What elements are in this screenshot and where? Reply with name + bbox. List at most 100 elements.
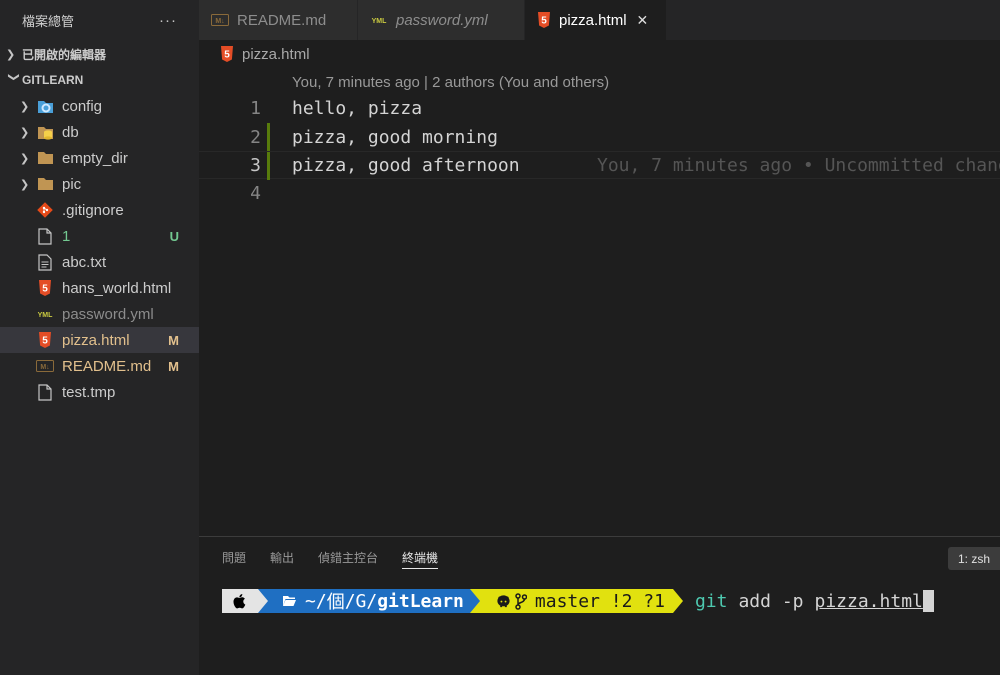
tree-item-1[interactable]: 1 U [0,223,199,249]
markdown-icon: M↓ [36,357,54,375]
line-text: hello, pizza [292,97,423,119]
tree-item-label: empty_dir [62,149,128,167]
command-file[interactable]: pizza.html [815,591,923,612]
tree-item-label: README.md [62,357,152,375]
html5-icon: 5 [220,46,234,62]
command-args: add -p [738,590,804,612]
code-line[interactable]: 1 hello, pizza [199,94,1000,122]
line-text: pizza, good morning [292,126,498,148]
git-blame-annotation: You, 7 minutes ago • Uncommitted changes [597,154,1000,176]
yaml-icon: YML [370,15,388,25]
tree-item-label: 1 [62,227,71,245]
apple-icon [222,589,258,613]
terminal-cursor [922,590,934,612]
tab-terminal[interactable]: 終端機 [402,537,439,577]
git-branch-icon [515,592,527,610]
git-added-gutter[interactable] [267,152,270,180]
workspace-section[interactable]: ❯ GITLEARN [0,67,199,93]
breadcrumb-file[interactable]: pizza.html [242,46,310,63]
tab-debug-console[interactable]: 偵錯主控台 [318,537,378,577]
tab-label: README.md [237,11,327,29]
code-line[interactable]: 4 [199,179,1000,207]
tree-item-test-tmp[interactable]: test.tmp [0,379,199,405]
explorer-sidebar: 檔案總管 ··· ❯ 已開啟的編輯器 ❯ GITLEARN ❯ config ❯… [0,0,199,675]
tab-label: pizza.html [559,11,627,29]
tab-readme-md[interactable]: M↓ README.md [199,0,358,40]
close-icon[interactable]: ✕ [637,12,649,29]
untracked-badge: U [169,228,179,244]
prompt-path: ~/個/G/gitLearn [268,589,470,613]
markdown-icon: M↓ [211,14,229,26]
yaml-icon: YML [36,305,54,323]
tree-item-readme-md[interactable]: M↓ README.md M [0,353,199,379]
file-icon [36,227,54,245]
line-number: 1 [250,97,261,119]
html5-icon: 5 [36,331,54,349]
path-separator: /G/ [344,590,378,612]
line-number: 3 [250,154,261,176]
terminal-prompt[interactable]: ~/個/G/gitLearn master !2 ?1 git add -p p… [222,589,934,613]
tab-problems[interactable]: 問題 [222,537,246,577]
tab-label: password.yml [396,11,488,29]
tree-item-label: pizza.html [62,331,130,349]
tab-output[interactable]: 輸出 [270,537,294,577]
terminal-select[interactable]: 1: zsh [947,547,1000,570]
tree-item-label: password.yml [62,305,154,323]
code-line[interactable]: 2 pizza, good morning [199,123,1000,151]
path-prefix: ~/ [305,590,327,612]
tree-item-label: abc.txt [62,253,107,271]
line-text: pizza, good afternoon [292,154,520,176]
folder-icon [36,175,54,193]
svg-text:YML: YML [38,312,54,319]
svg-text:5: 5 [42,284,48,295]
chevron-right-icon: ❯ [20,178,30,191]
svg-text:M↓: M↓ [215,18,224,25]
tree-item-label: config [62,97,103,115]
open-editors-section[interactable]: ❯ 已開啟的編輯器 [0,41,199,67]
tab-pizza-html[interactable]: 5 pizza.html ✕ [525,0,667,40]
breadcrumb[interactable]: 5 pizza.html [220,44,310,64]
tree-item-db[interactable]: ❯ db [0,119,199,145]
tree-item-abc-txt[interactable]: abc.txt [0,249,199,275]
path-part: 個 [326,592,345,613]
code-line-current[interactable]: 3 pizza, good afternoon You, 7 minutes a… [199,151,1000,180]
tree-item-label: test.tmp [62,383,116,401]
tree-item-label: db [62,123,79,141]
tree-item-config[interactable]: ❯ config [0,93,199,119]
github-icon [496,594,511,609]
tree-item-empty-dir[interactable]: ❯ empty_dir [0,145,199,171]
chevron-right-icon: ❯ [20,152,30,165]
tree-item-pic[interactable]: ❯ pic [0,171,199,197]
tree-item-gitignore[interactable]: .gitignore [0,197,199,223]
git-codelens[interactable]: You, 7 minutes ago | 2 authors (You and … [292,74,609,91]
file-icon [36,383,54,401]
explorer-header: 檔案總管 ··· [0,0,199,40]
tree-item-password-yml[interactable]: YML password.yml [0,301,199,327]
more-actions-icon[interactable]: ··· [159,12,177,29]
panel-tabs: 問題 輸出 偵錯主控台 終端機 [222,537,462,577]
chevron-down-icon: ❯ [7,72,20,82]
svg-text:YML: YML [372,18,388,25]
prompt-git-status: master !2 ?1 [479,589,673,613]
svg-text:M↓: M↓ [40,364,49,371]
text-file-icon [36,253,54,271]
code-editor[interactable]: You, 7 minutes ago | 2 authors (You and … [199,66,1000,536]
modified-badge: M [168,332,179,348]
tab-password-yml[interactable]: YML password.yml [358,0,525,40]
command-name: git [694,590,728,612]
path-repo: gitLearn [377,590,464,612]
svg-text:5: 5 [541,16,547,27]
line-number: 2 [250,126,261,148]
folder-open-icon [282,595,297,607]
git-added-gutter[interactable] [267,123,270,151]
line-number: 4 [250,182,261,204]
tree-item-hans-world-html[interactable]: 5 hans_world.html [0,275,199,301]
chevron-right-icon: ❯ [20,126,30,139]
html5-icon: 5 [36,279,54,297]
database-folder-icon [36,123,54,141]
tree-item-pizza-html[interactable]: 5 pizza.html M [0,327,199,353]
terminal-command: git add -p pizza.html [695,590,934,612]
modified-badge: M [168,358,179,374]
svg-text:5: 5 [224,50,230,61]
workspace-label: GITLEARN [22,73,84,87]
